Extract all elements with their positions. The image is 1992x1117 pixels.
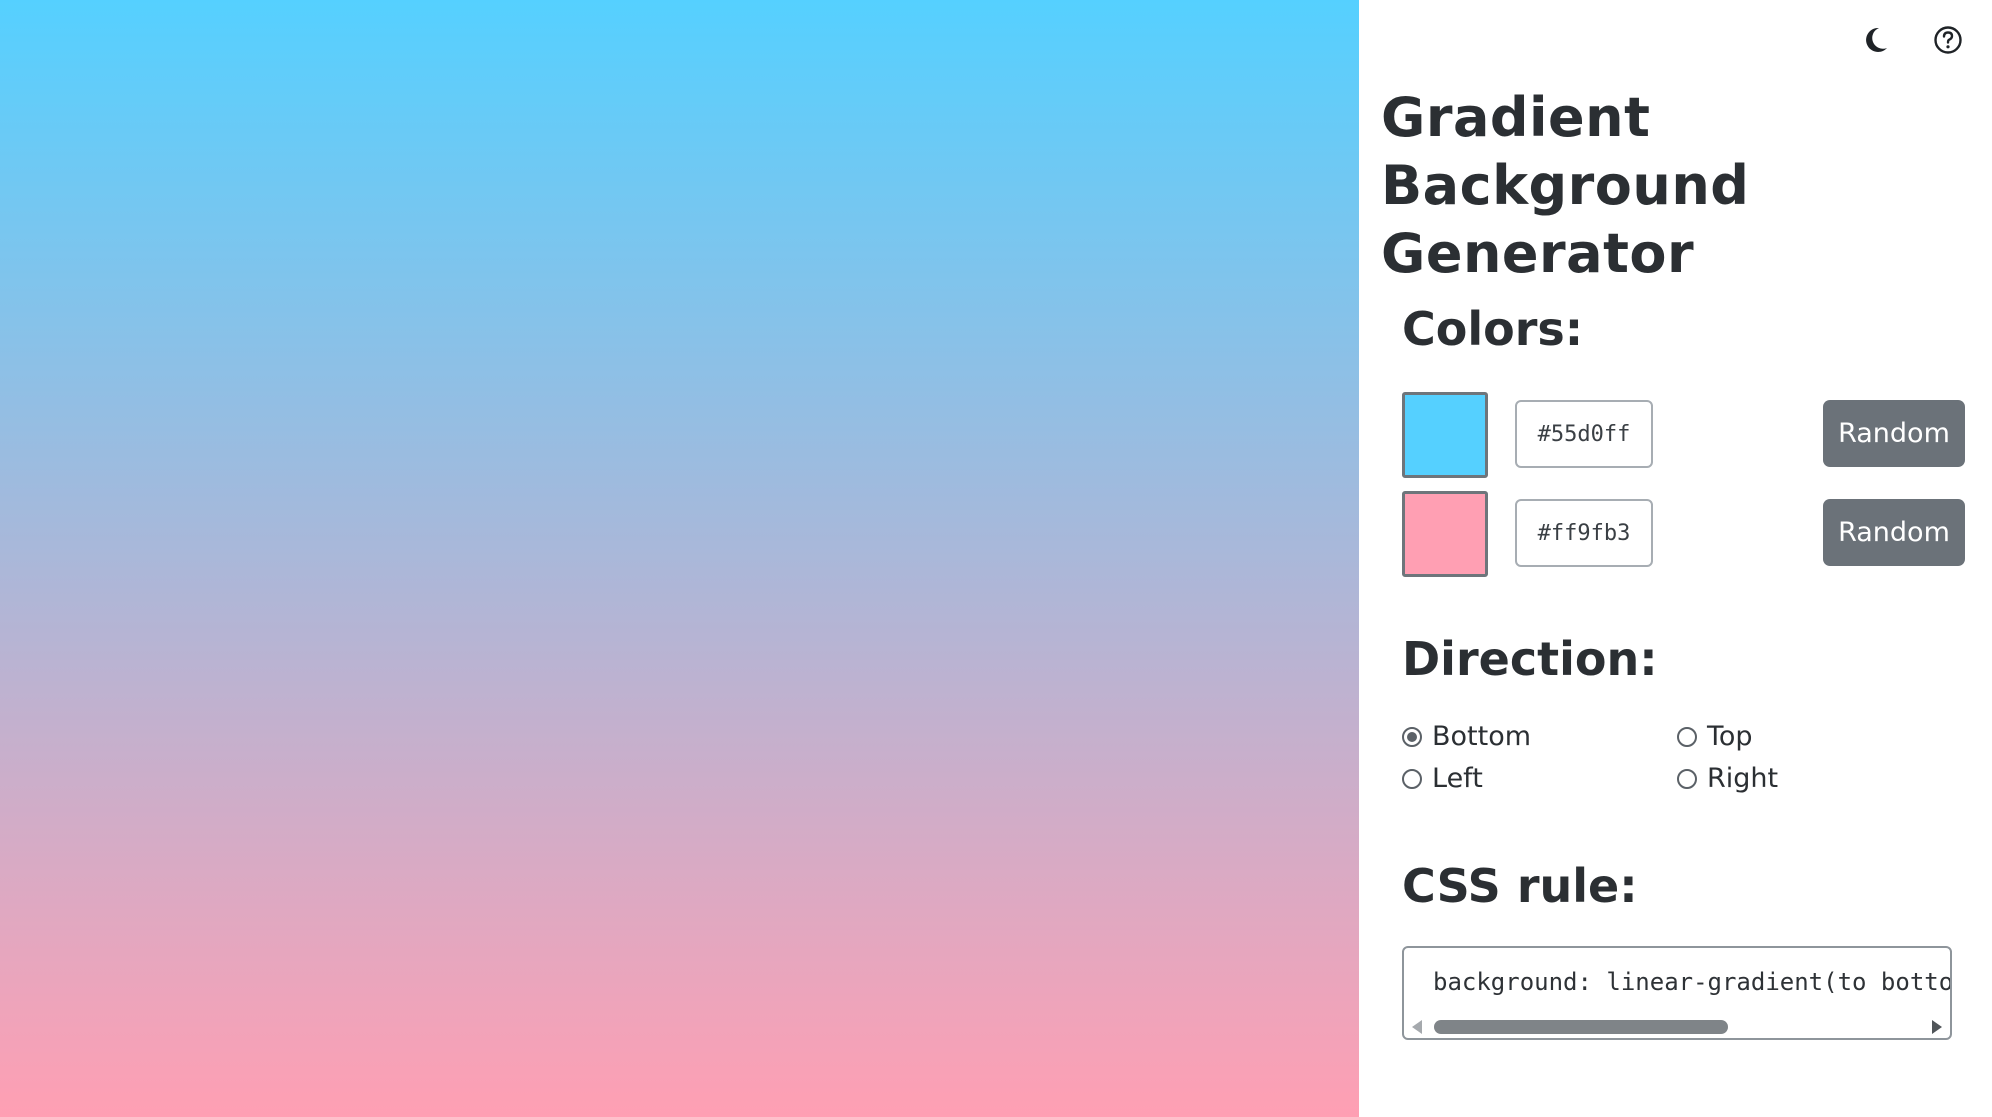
scroll-left-arrow-icon[interactable] bbox=[1412, 1020, 1422, 1034]
page-title: Gradient Background Generator bbox=[1381, 86, 1750, 285]
gradient-preview bbox=[0, 0, 1359, 1117]
help-button[interactable] bbox=[1932, 24, 1964, 56]
color-row-2: Random bbox=[1402, 491, 1972, 577]
radio-label: Left bbox=[1432, 763, 1483, 794]
theme-toggle-button[interactable] bbox=[1860, 24, 1892, 56]
colors-heading: Colors: bbox=[1402, 302, 1584, 356]
color-hex-input-2[interactable] bbox=[1515, 499, 1653, 567]
radio-label: Right bbox=[1707, 763, 1779, 794]
horizontal-scrollbar[interactable] bbox=[1404, 1014, 1950, 1038]
radio-button[interactable] bbox=[1402, 726, 1422, 747]
app: Gradient Background Generator Colors: Ra… bbox=[0, 0, 1992, 1117]
color-row-1: Random bbox=[1402, 392, 1972, 478]
direction-heading: Direction: bbox=[1402, 632, 1658, 686]
moon-icon bbox=[1866, 27, 1887, 52]
direction-option-left[interactable]: Left bbox=[1402, 763, 1483, 794]
radio-button[interactable] bbox=[1677, 768, 1697, 789]
radio-label: Top bbox=[1707, 721, 1753, 752]
css-rule-heading: CSS rule: bbox=[1402, 859, 1638, 913]
color-swatch-2[interactable] bbox=[1402, 491, 1488, 577]
direction-option-right[interactable]: Right bbox=[1677, 763, 1778, 794]
control-panel: Gradient Background Generator Colors: Ra… bbox=[1359, 0, 1992, 1117]
scroll-right-arrow-icon[interactable] bbox=[1932, 1020, 1942, 1034]
radio-button[interactable] bbox=[1677, 726, 1697, 747]
css-rule-output[interactable]: background: linear-gradient(to bottom, #… bbox=[1402, 946, 1952, 1040]
radio-button[interactable] bbox=[1402, 768, 1422, 789]
color-swatch-1[interactable] bbox=[1402, 392, 1488, 478]
direction-option-bottom[interactable]: Bottom bbox=[1402, 721, 1531, 752]
header-icons bbox=[1860, 24, 1964, 56]
random-color-button-2[interactable]: Random bbox=[1823, 499, 1965, 566]
question-circle-icon bbox=[1934, 26, 1962, 54]
scrollbar-thumb[interactable] bbox=[1434, 1020, 1728, 1034]
random-color-button-1[interactable]: Random bbox=[1823, 400, 1965, 467]
direction-option-top[interactable]: Top bbox=[1677, 721, 1753, 752]
radio-label: Bottom bbox=[1432, 721, 1532, 752]
css-rule-text: background: linear-gradient(to bottom, #… bbox=[1433, 968, 1952, 996]
color-hex-input-1[interactable] bbox=[1515, 400, 1653, 468]
